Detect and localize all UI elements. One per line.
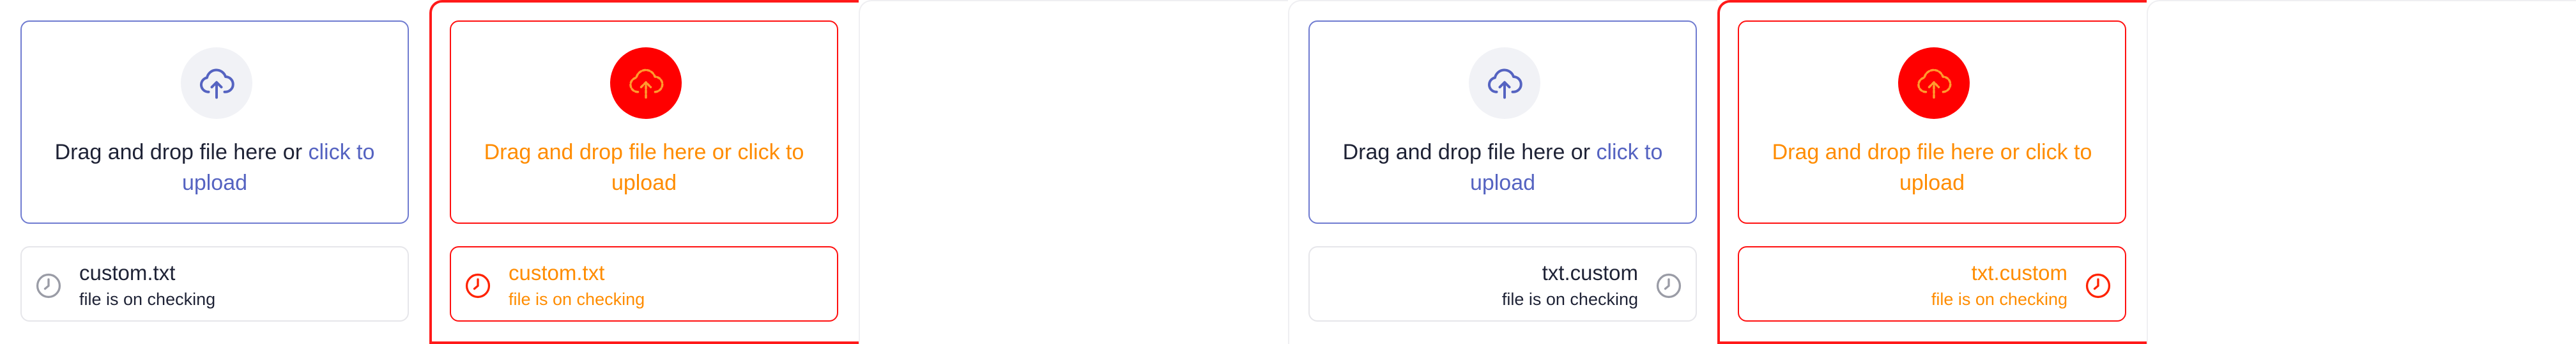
upload-dropzone[interactable]: Drag and drop file here or click to uplo… <box>20 20 409 224</box>
file-status: file is on checking <box>79 290 216 309</box>
file-item[interactable]: txt.custom file is on checking <box>1308 246 1697 322</box>
dropzone-instructions: Drag and drop file here or click to uplo… <box>1342 140 1663 195</box>
upload-variant-default-rtl: Drag and drop file here or click to uplo… <box>1288 0 1717 344</box>
dropzone-instructions: Drag and drop file here or click to uplo… <box>484 140 804 195</box>
clock-icon <box>2083 270 2113 301</box>
file-name: txt.custom <box>1971 261 2067 285</box>
clock-icon <box>1653 270 1684 301</box>
file-item[interactable]: custom.txt file is on checking <box>20 246 409 322</box>
upload-dropzone[interactable]: Drag and drop file here or click to uplo… <box>1308 20 1697 224</box>
clock-icon <box>33 270 64 301</box>
file-name: custom.txt <box>509 261 605 285</box>
file-name: txt.custom <box>1542 261 1638 285</box>
variant-panel-blank-1 <box>859 0 1288 344</box>
cloud-upload-icon <box>1469 47 1540 119</box>
upload-dropzone[interactable]: Drag and drop file here or click to uplo… <box>450 20 838 224</box>
file-name: custom.txt <box>79 261 176 285</box>
file-item[interactable]: custom.txt file is on checking <box>450 246 838 322</box>
upload-variant-default-ltr: Drag and drop file here or click to uplo… <box>0 0 429 344</box>
dropzone-instructions: Drag and drop file here or click to uplo… <box>54 140 375 195</box>
upload-variant-error-rtl: Drag and drop file here or click to uplo… <box>1717 0 2147 344</box>
cloud-upload-icon <box>1898 47 1970 119</box>
file-item[interactable]: txt.custom file is on checking <box>1738 246 2126 322</box>
cloud-upload-icon <box>610 47 682 119</box>
file-status: file is on checking <box>509 290 645 309</box>
file-status: file is on checking <box>1501 290 1638 309</box>
dropzone-instructions: Drag and drop file here or click to uplo… <box>1772 140 2092 195</box>
upload-dropzone[interactable]: Drag and drop file here or click to uplo… <box>1738 20 2126 224</box>
upload-variant-error-ltr: Drag and drop file here or click to uplo… <box>429 0 859 344</box>
clock-icon <box>463 270 493 301</box>
file-status: file is on checking <box>1931 290 2067 309</box>
variant-panel-blank-2 <box>2147 0 2576 344</box>
cloud-upload-icon <box>181 47 252 119</box>
